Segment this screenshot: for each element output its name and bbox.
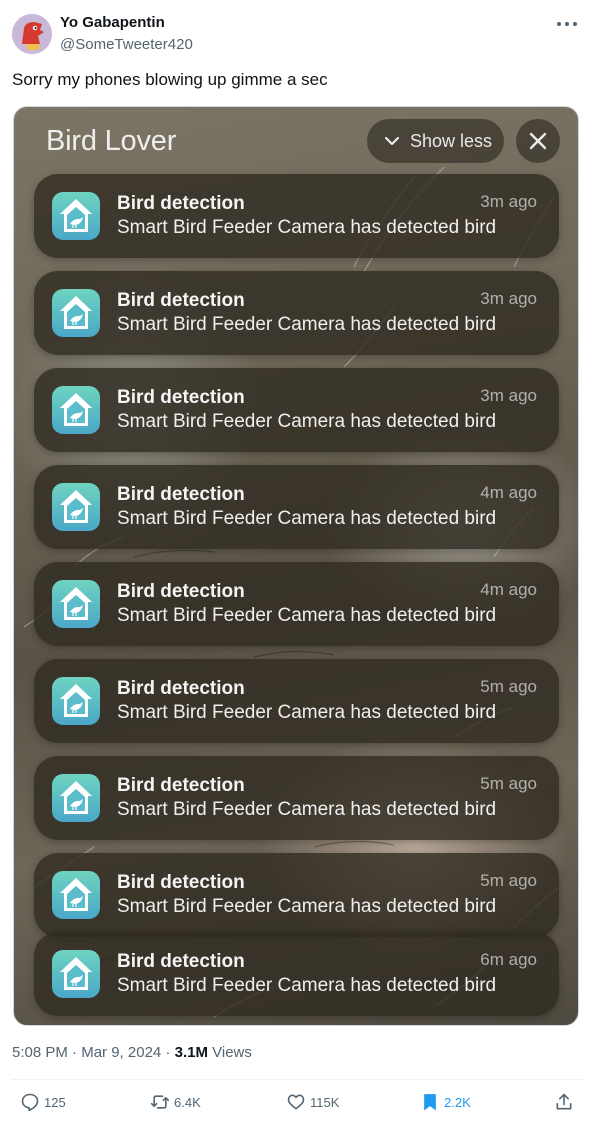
- like-count: 115K: [310, 1095, 340, 1110]
- share-button[interactable]: [554, 1092, 578, 1116]
- notification-title: Bird detection: [117, 775, 245, 796]
- avatar[interactable]: [12, 14, 52, 54]
- bird-house-icon: [52, 871, 100, 919]
- bird-house-icon: [52, 386, 100, 434]
- notification-body: Smart Bird Feeder Camera has detected bi…: [117, 217, 497, 238]
- notification-title: Bird detection: [117, 678, 245, 699]
- show-less-label: Show less: [410, 131, 493, 151]
- meta-separator: ·: [72, 1044, 78, 1061]
- notification-time: 6m ago: [480, 950, 537, 969]
- bird-house-icon: [52, 774, 100, 822]
- bird-house-icon: [52, 950, 100, 998]
- notification-card[interactable]: Bird detection Smart Bird Feeder Camera h…: [34, 756, 559, 840]
- share-icon: [556, 1093, 572, 1110]
- tweet-date[interactable]: Mar 9, 2024: [81, 1044, 161, 1061]
- notification-time: 5m ago: [480, 774, 537, 793]
- notification-time: 3m ago: [480, 386, 537, 405]
- notification-title: Bird detection: [117, 951, 245, 972]
- notification-title: Bird detection: [117, 484, 245, 505]
- notification-body: Smart Bird Feeder Camera has detected bi…: [117, 702, 497, 723]
- bird-house-icon: [52, 483, 100, 531]
- notification-card[interactable]: Bird detection Smart Bird Feeder Camera h…: [34, 562, 559, 646]
- bookmark-button[interactable]: 2.2K: [420, 1092, 490, 1116]
- author-name[interactable]: Yo Gabapentin: [60, 14, 165, 31]
- show-less-button[interactable]: Show less: [367, 119, 504, 163]
- bird-house-icon: [52, 192, 100, 240]
- tweet-time[interactable]: 5:08 PM: [12, 1044, 68, 1061]
- notification-card[interactable]: Bird detection Smart Bird Feeder Camera h…: [34, 368, 559, 452]
- more-options-icon[interactable]: [556, 14, 578, 34]
- reply-button[interactable]: 125: [20, 1092, 80, 1116]
- bird-house-icon: [52, 677, 100, 725]
- notification-body: Smart Bird Feeder Camera has detected bi…: [117, 411, 497, 432]
- close-icon: [529, 132, 547, 150]
- meta-separator: ·: [165, 1044, 171, 1061]
- chevron-down-icon: [384, 136, 400, 146]
- notification-body: Smart Bird Feeder Camera has detected bi…: [117, 799, 497, 820]
- notification-title: Bird detection: [117, 387, 245, 408]
- divider: [12, 1079, 584, 1080]
- bird-house-icon: [52, 289, 100, 337]
- tweet-meta: 5:08 PM · Mar 9, 2024 · 3.1M Views: [12, 1044, 252, 1061]
- action-bar: 125 6.4K 115K 2.2K: [12, 1092, 584, 1116]
- bookmark-icon: [424, 1094, 436, 1111]
- notification-time: 3m ago: [480, 289, 537, 308]
- tweet-header: Yo Gabapentin @SomeTweeter420: [12, 12, 584, 60]
- heart-icon: [287, 1094, 305, 1110]
- notification-time: 5m ago: [480, 871, 537, 890]
- notification-body: Smart Bird Feeder Camera has detected bi…: [117, 896, 497, 917]
- notification-body: Smart Bird Feeder Camera has detected bi…: [117, 605, 497, 626]
- notification-time: 4m ago: [480, 483, 537, 502]
- notification-card[interactable]: Bird detection Smart Bird Feeder Camera h…: [34, 174, 559, 258]
- views-label: Views: [212, 1044, 252, 1061]
- notification-group-title: Bird Lover: [46, 125, 177, 157]
- notification-title: Bird detection: [117, 581, 245, 602]
- repost-icon: [150, 1095, 170, 1109]
- notification-time: 4m ago: [480, 580, 537, 599]
- tweet-text: Sorry my phones blowing up gimme a sec: [12, 70, 328, 89]
- notification-body: Smart Bird Feeder Camera has detected bi…: [117, 314, 497, 335]
- notification-body: Smart Bird Feeder Camera has detected bi…: [117, 508, 497, 529]
- notification-time: 5m ago: [480, 677, 537, 696]
- reply-icon: [21, 1093, 39, 1112]
- bird-house-icon: [52, 580, 100, 628]
- views-count: 3.1M: [174, 1044, 208, 1061]
- notification-card[interactable]: Bird detection Smart Bird Feeder Camera h…: [34, 465, 559, 549]
- notification-title: Bird detection: [117, 872, 245, 893]
- notification-time: 3m ago: [480, 192, 537, 211]
- bookmark-count: 2.2K: [444, 1095, 471, 1110]
- tweet-media-image[interactable]: Bird Lover Show less Bird detection Smart…: [13, 106, 579, 1026]
- notification-card[interactable]: Bird detection Smart Bird Feeder Camera h…: [34, 853, 559, 937]
- author-handle[interactable]: @SomeTweeter420: [60, 36, 193, 53]
- notification-body: Smart Bird Feeder Camera has detected bi…: [117, 975, 497, 996]
- notification-title: Bird detection: [117, 193, 245, 214]
- notification-card[interactable]: Bird detection Smart Bird Feeder Camera h…: [34, 659, 559, 743]
- notification-card[interactable]: Bird detection Smart Bird Feeder Camera h…: [34, 932, 559, 1016]
- repost-count: 6.4K: [174, 1095, 201, 1110]
- repost-button[interactable]: 6.4K: [150, 1092, 220, 1116]
- notification-card[interactable]: Bird detection Smart Bird Feeder Camera h…: [34, 271, 559, 355]
- close-button[interactable]: [516, 119, 560, 163]
- notification-title: Bird detection: [117, 290, 245, 311]
- reply-count: 125: [44, 1095, 66, 1110]
- like-button[interactable]: 115K: [286, 1092, 356, 1116]
